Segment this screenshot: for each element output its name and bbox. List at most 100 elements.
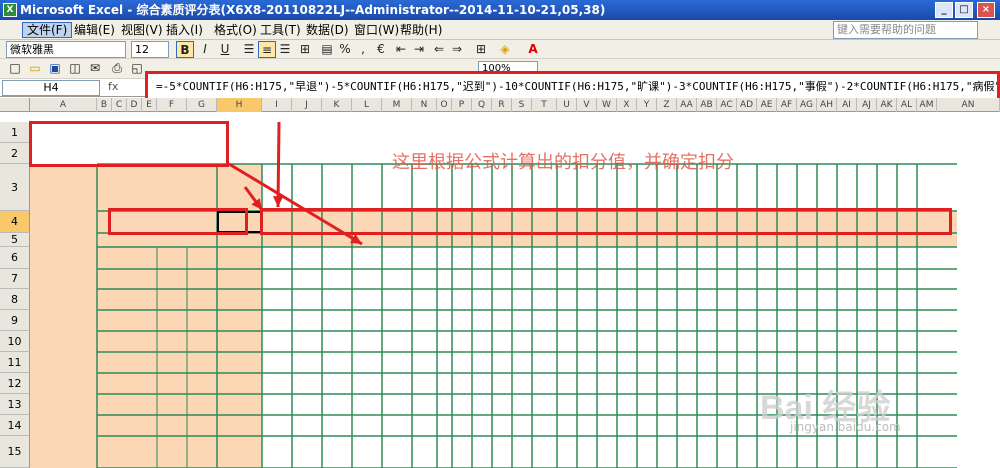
column-header[interactable]: S bbox=[512, 98, 532, 112]
borders-icon[interactable]: ⊞ bbox=[472, 41, 490, 58]
column-header[interactable]: B bbox=[97, 98, 112, 112]
column-header[interactable]: W bbox=[597, 98, 617, 112]
student-absent-count[interactable] bbox=[897, 233, 917, 247]
absence-mark[interactable] bbox=[352, 247, 382, 269]
align-center-icon[interactable]: ≡ bbox=[258, 41, 276, 58]
name-box[interactable]: H4 bbox=[2, 80, 100, 96]
student-name[interactable] bbox=[680, 168, 695, 209]
align-right-icon[interactable]: ☰ bbox=[276, 41, 294, 58]
row-header[interactable]: 11 bbox=[0, 352, 30, 373]
email-icon[interactable]: ✉ bbox=[86, 60, 104, 77]
absence-mark[interactable] bbox=[382, 247, 412, 269]
student-absent-count[interactable] bbox=[322, 233, 352, 247]
student-name[interactable] bbox=[580, 168, 595, 209]
print-icon[interactable]: ⎙ bbox=[108, 60, 126, 77]
column-header[interactable]: AN bbox=[937, 98, 1000, 112]
student-absent-count[interactable] bbox=[577, 233, 597, 247]
column-header[interactable]: X bbox=[617, 98, 637, 112]
column-header[interactable]: AH bbox=[817, 98, 837, 112]
student-name[interactable] bbox=[600, 168, 615, 209]
absence-mark[interactable] bbox=[262, 373, 292, 394]
underline-button[interactable]: U bbox=[216, 41, 234, 58]
absence-mark[interactable] bbox=[292, 394, 322, 415]
column-header[interactable]: N bbox=[412, 98, 437, 112]
student-absent-count[interactable] bbox=[532, 233, 557, 247]
student-absent-count[interactable] bbox=[757, 233, 777, 247]
corner-select-all[interactable] bbox=[0, 98, 30, 112]
column-header[interactable]: I bbox=[262, 98, 292, 112]
student-name[interactable] bbox=[270, 168, 285, 209]
absence-mark[interactable] bbox=[292, 373, 322, 394]
percent-button[interactable]: % bbox=[336, 41, 354, 58]
student-name[interactable] bbox=[300, 168, 315, 209]
column-header[interactable]: M bbox=[382, 98, 412, 112]
column-header[interactable]: E bbox=[142, 98, 157, 112]
student-name[interactable] bbox=[330, 168, 345, 209]
column-header[interactable]: F bbox=[157, 98, 187, 112]
absence-mark[interactable] bbox=[217, 436, 262, 468]
student-name[interactable] bbox=[660, 168, 675, 209]
row-header[interactable]: 4 bbox=[0, 211, 30, 233]
student-name[interactable] bbox=[840, 168, 855, 209]
student-absent-count[interactable] bbox=[452, 233, 472, 247]
euro-button[interactable]: € bbox=[372, 41, 390, 58]
fill-color-icon[interactable]: ◈ bbox=[496, 41, 514, 58]
student-absent-count[interactable] bbox=[837, 233, 857, 247]
column-header[interactable]: AI bbox=[837, 98, 857, 112]
menu-view[interactable]: 视图(V) bbox=[117, 22, 167, 38]
menu-edit[interactable]: 编辑(E) bbox=[70, 22, 119, 38]
sick-leave-mark[interactable] bbox=[322, 436, 352, 468]
student-absent-count[interactable] bbox=[352, 233, 382, 247]
student-absent-count[interactable] bbox=[217, 233, 262, 247]
column-header[interactable]: AD bbox=[737, 98, 757, 112]
row-header[interactable]: 9 bbox=[0, 310, 30, 331]
column-header[interactable]: T bbox=[532, 98, 557, 112]
merge-center-icon[interactable]: ⊞ bbox=[296, 41, 314, 58]
column-header[interactable]: D bbox=[127, 98, 142, 112]
student-name[interactable] bbox=[740, 168, 755, 209]
column-header[interactable]: AG bbox=[797, 98, 817, 112]
row-header[interactable]: 14 bbox=[0, 415, 30, 436]
minimize-button[interactable]: _ bbox=[935, 2, 953, 18]
italic-button[interactable]: I bbox=[196, 41, 214, 58]
student-name[interactable] bbox=[360, 168, 375, 209]
student-absent-count[interactable] bbox=[817, 233, 837, 247]
row-header[interactable]: 7 bbox=[0, 269, 30, 289]
student-name[interactable] bbox=[700, 168, 715, 209]
row-header[interactable]: 15 bbox=[0, 436, 30, 468]
student-name[interactable] bbox=[475, 168, 490, 209]
open-folder-icon[interactable]: ▭ bbox=[26, 60, 44, 77]
column-header[interactable]: G bbox=[187, 98, 217, 112]
comma-button[interactable]: , bbox=[354, 41, 372, 58]
column-header[interactable]: R bbox=[492, 98, 512, 112]
column-header[interactable]: AC bbox=[717, 98, 737, 112]
font-name-select[interactable]: 微软雅黑 bbox=[6, 41, 126, 58]
increase-decimal-icon[interactable]: ⇤ bbox=[392, 41, 410, 58]
student-name[interactable] bbox=[640, 168, 655, 209]
menu-file[interactable]: 文件(F) bbox=[22, 22, 73, 38]
column-header[interactable]: AM bbox=[917, 98, 937, 112]
column-header[interactable]: Z bbox=[657, 98, 677, 112]
student-absent-count[interactable] bbox=[597, 233, 617, 247]
student-name[interactable] bbox=[820, 168, 835, 209]
column-header[interactable]: AA bbox=[677, 98, 697, 112]
student-absent-count[interactable] bbox=[557, 233, 577, 247]
column-header[interactable]: O bbox=[437, 98, 452, 112]
row-header[interactable]: 6 bbox=[0, 247, 30, 269]
student-absent-count[interactable] bbox=[737, 233, 757, 247]
student-name[interactable] bbox=[495, 168, 510, 209]
increase-indent-icon[interactable]: ⇒ bbox=[448, 41, 466, 58]
absence-mark[interactable] bbox=[217, 394, 262, 415]
row-header[interactable]: 8 bbox=[0, 289, 30, 310]
student-name[interactable] bbox=[437, 168, 452, 209]
student-name[interactable] bbox=[390, 168, 405, 209]
row-header[interactable]: 10 bbox=[0, 331, 30, 352]
student-name[interactable] bbox=[780, 168, 795, 209]
student-absent-count[interactable] bbox=[677, 233, 697, 247]
column-header[interactable]: AE bbox=[757, 98, 777, 112]
student-name[interactable] bbox=[720, 168, 735, 209]
student-absent-count[interactable] bbox=[262, 233, 292, 247]
column-header[interactable]: AL bbox=[897, 98, 917, 112]
student-name[interactable] bbox=[620, 168, 635, 209]
font-color-icon[interactable]: A bbox=[524, 41, 542, 58]
